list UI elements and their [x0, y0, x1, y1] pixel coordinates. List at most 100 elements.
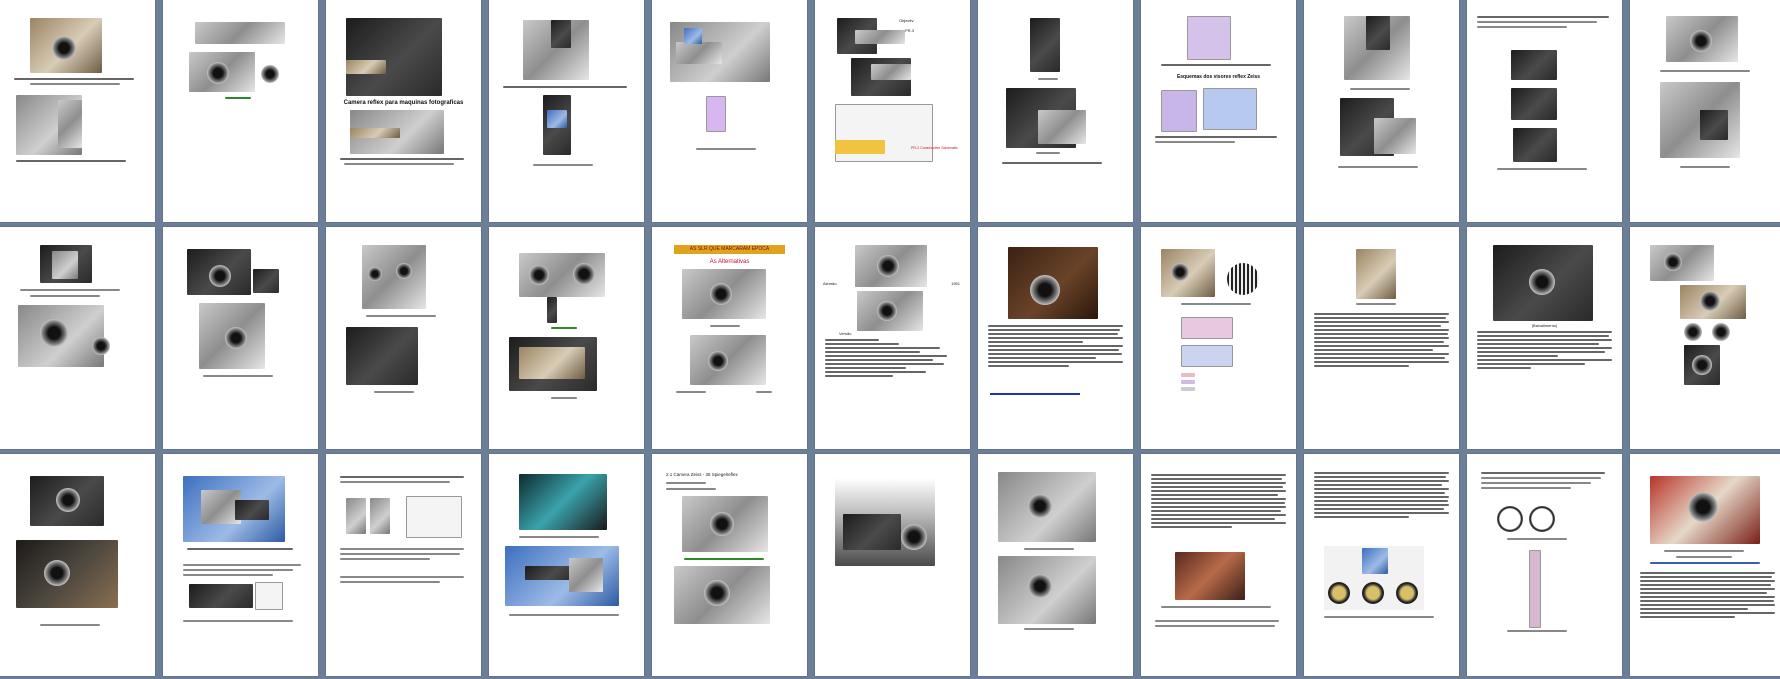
caption-line	[1161, 606, 1271, 608]
page-thumbnail-20[interactable]	[1304, 227, 1459, 449]
lens-graphic	[1684, 323, 1702, 341]
text-line	[1151, 490, 1286, 492]
lens-photo	[370, 498, 390, 534]
lens-graphic	[1529, 269, 1555, 295]
lens-photo	[676, 42, 722, 64]
page-thumbnail-27[interactable]: 2.1 Camera Zeiss - 35 Spiegelreflex	[652, 454, 807, 676]
page-thumbnail-21[interactable]: (Baixalimento)	[1467, 227, 1622, 449]
page-thumbnail-14[interactable]	[326, 227, 481, 449]
page-thumbnail-5[interactable]	[652, 0, 807, 222]
text-line	[1477, 359, 1612, 361]
page-thumbnail-30[interactable]	[1141, 454, 1296, 676]
lens-graphic	[1664, 253, 1682, 271]
tripod-photo	[1356, 249, 1396, 299]
page-thumbnail-7[interactable]	[978, 0, 1133, 222]
text-line	[1151, 518, 1276, 520]
ring-graphic	[1529, 506, 1555, 532]
page-thumbnail-29[interactable]	[978, 454, 1133, 676]
caption-line	[1338, 166, 1418, 168]
page-thumbnail-8[interactable]: Esquemas dos visores reflex Zeiss	[1141, 0, 1296, 222]
viewfinder-diagram	[1203, 88, 1257, 130]
grip-photo	[346, 327, 418, 385]
page-thumbnail-19[interactable]	[1141, 227, 1296, 449]
page-thumbnail-15[interactable]	[489, 227, 644, 449]
caption-line	[519, 536, 599, 538]
page-thumbnail-17[interactable]: Alemão 1951 Versão	[815, 227, 970, 449]
page-thumbnail-12[interactable]	[0, 227, 155, 449]
lens-photo	[855, 30, 905, 44]
text-line	[1151, 474, 1286, 476]
hyperlink[interactable]	[990, 393, 1080, 395]
bulleted-list	[825, 339, 960, 379]
viewfinder-photo	[551, 20, 571, 48]
page-thumbnail-23[interactable]	[0, 454, 155, 676]
text-line	[1151, 502, 1285, 504]
caption-line	[533, 164, 593, 166]
caption-line	[1664, 550, 1744, 552]
page-thumbnail-9[interactable]	[1304, 0, 1459, 222]
page-thumbnail-6[interactable]: Objectiv PR-3 PR-2 Constructive Schemati…	[815, 0, 970, 222]
page-thumbnail-16[interactable]: AS SLR QUE MARCARAM EPOCA As Alternativa…	[652, 227, 807, 449]
text-line	[1477, 347, 1612, 349]
page-thumbnail-26[interactable]	[489, 454, 644, 676]
text-line	[1640, 580, 1775, 582]
lens-photo	[525, 566, 575, 580]
page-thumbnail-2[interactable]	[163, 0, 318, 222]
text-line	[1640, 592, 1767, 594]
lens-graphic	[225, 327, 247, 349]
body-text	[988, 325, 1123, 369]
caption-line	[696, 148, 756, 150]
lens-graphic	[368, 267, 382, 281]
page-thumbnail-32[interactable]	[1467, 454, 1622, 676]
caption-line	[30, 83, 120, 85]
page-thumbnail-3[interactable]: Camera reflex para maquinas fotograficas	[326, 0, 481, 222]
page-thumbnail-25[interactable]	[326, 454, 481, 676]
text-line	[988, 345, 1123, 347]
lens-graphic	[710, 283, 732, 305]
page-thumbnail-28[interactable]	[815, 454, 970, 676]
text-line	[1477, 335, 1610, 337]
adapter-photo	[1513, 128, 1557, 162]
section-banner: AS SLR QUE MARCARAM EPOCA	[674, 245, 785, 254]
caption-line	[20, 289, 120, 291]
caption-line	[1024, 628, 1074, 630]
page-thumbnail-31[interactable]	[1304, 454, 1459, 676]
row-year: 1951	[951, 281, 960, 286]
caption-line	[16, 160, 126, 162]
lens-graphic	[710, 512, 734, 536]
text-line	[1314, 484, 1443, 486]
caption-line	[14, 78, 134, 80]
lens-graphic	[529, 265, 549, 285]
lens-graphic	[1171, 263, 1189, 281]
text-line	[988, 349, 1119, 351]
page-thumbnail-4[interactable]	[489, 0, 644, 222]
reflex-housing-photo	[1700, 110, 1728, 140]
optics-diagram	[406, 496, 462, 538]
caption-line	[1350, 88, 1410, 90]
page-thumbnail-24[interactable]	[163, 454, 318, 676]
row-label: Alemão	[823, 281, 837, 286]
photo-caption: (Baixalimento)	[1531, 323, 1558, 328]
rifle-stock	[346, 60, 386, 74]
list-line	[825, 375, 893, 377]
accessories-photo	[195, 22, 285, 44]
viewfinder-photo	[253, 269, 279, 293]
page-thumbnail-11[interactable]	[1630, 0, 1780, 222]
prism-diagram	[706, 96, 726, 132]
page-thumbnail-10[interactable]	[1467, 0, 1622, 222]
page-thumbnail-13[interactable]	[163, 227, 318, 449]
lens-photo	[1038, 110, 1086, 144]
page-thumbnail-1[interactable]	[0, 0, 155, 222]
viewfinder-photo	[1030, 18, 1060, 72]
page-thumbnail-18[interactable]	[978, 227, 1133, 449]
caption-line	[1507, 538, 1567, 540]
lens-graphic	[261, 65, 279, 83]
list-line	[825, 371, 927, 373]
page-thumbnail-33[interactable]	[1630, 454, 1780, 676]
text-line	[1314, 492, 1445, 494]
page-thumbnail-22[interactable]	[1630, 227, 1780, 449]
caption-line	[710, 325, 740, 327]
lens-photo	[346, 498, 366, 534]
text-line	[666, 482, 706, 484]
camera-body	[569, 558, 603, 592]
